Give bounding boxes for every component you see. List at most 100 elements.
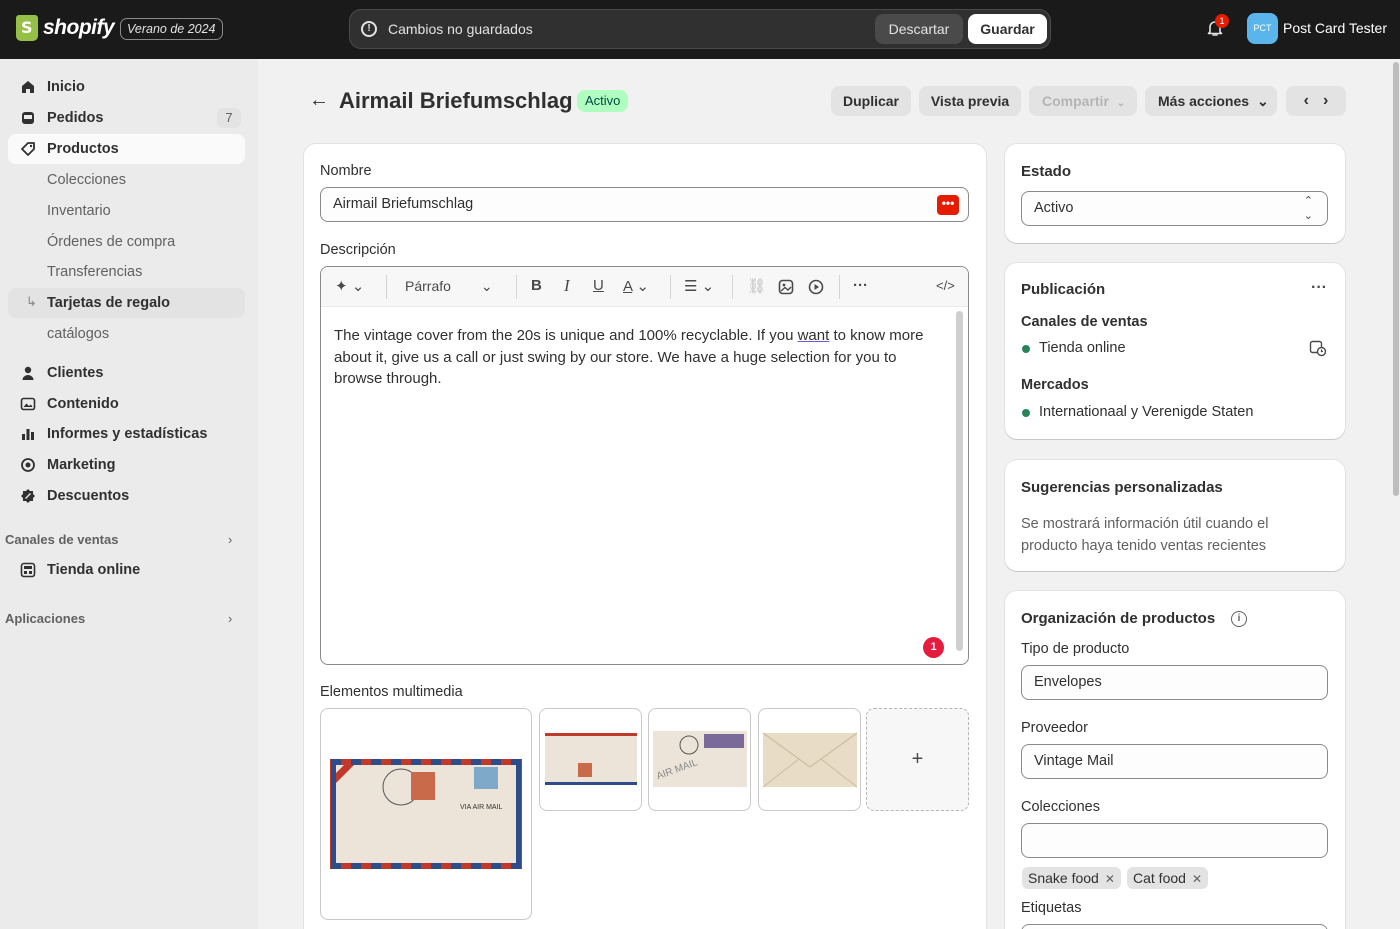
sidebar-item-label: Informes y estadísticas xyxy=(47,426,208,442)
italic-icon[interactable]: I xyxy=(564,276,570,296)
preview-button[interactable]: Vista previa xyxy=(919,86,1021,116)
sidebar-item-transferencias[interactable]: Transferencias xyxy=(8,257,245,287)
image-icon[interactable] xyxy=(778,279,794,295)
edition-badge[interactable]: Verano de 2024 xyxy=(120,18,223,40)
sidebar-item-label: Tarjetas de regalo xyxy=(47,295,171,311)
more-horizontal-icon[interactable]: ··· xyxy=(1311,279,1327,297)
more-options-icon[interactable]: ··· xyxy=(853,277,868,294)
chart-bar-icon xyxy=(22,429,34,440)
media-thumbnail-4[interactable] xyxy=(758,708,861,811)
sidebar-item-catalogos[interactable]: catálogos xyxy=(8,319,245,349)
code-view-icon[interactable]: </> xyxy=(936,278,955,293)
status-select[interactable]: Activo ⌃ ⌄ xyxy=(1021,191,1328,226)
markets-label: Mercados xyxy=(1021,377,1089,393)
spelling-flag[interactable]: want xyxy=(798,327,830,344)
sidebar-item-ordenes-compra[interactable]: Órdenes de compra xyxy=(8,227,245,257)
media-thumbnail-2[interactable] xyxy=(539,708,642,811)
status-select-value: Activo xyxy=(1034,200,1074,216)
toolbar-divider xyxy=(516,275,517,299)
text-color-icon[interactable]: A ⌄ xyxy=(623,277,649,295)
chevron-right-icon[interactable]: › xyxy=(228,532,232,547)
sidebar-item-marketing[interactable]: Marketing xyxy=(8,450,245,480)
info-icon[interactable]: i xyxy=(1231,611,1247,627)
orders-icon xyxy=(22,112,34,124)
sidebar-item-clientes[interactable]: Clientes xyxy=(8,358,245,388)
media-thumbnail-main[interactable]: VIA AIR MAIL xyxy=(320,708,532,920)
more-actions-button[interactable]: Más acciones ⌄ xyxy=(1145,86,1277,116)
error-count-badge[interactable]: 1 xyxy=(923,637,944,658)
collection-tag-label: Snake food xyxy=(1028,870,1099,886)
previous-arrow-icon[interactable]: ‹ xyxy=(1304,92,1309,109)
sidebar-item-label: Colecciones xyxy=(47,172,126,188)
publication-card: Publicación ··· Canales de ventas Tienda… xyxy=(1005,263,1345,439)
home-icon xyxy=(22,81,34,93)
organization-heading: Organización de productos xyxy=(1021,610,1216,627)
next-arrow-icon[interactable]: › xyxy=(1323,92,1328,109)
sidebar: Inicio Pedidos 7 Productos Colecciones I… xyxy=(0,59,258,929)
tags-input[interactable] xyxy=(1021,924,1328,929)
name-label: Nombre xyxy=(320,163,372,179)
shopify-logo[interactable]: shopify xyxy=(16,15,115,41)
video-icon[interactable] xyxy=(808,279,824,295)
vendor-input[interactable]: Vintage Mail xyxy=(1021,744,1328,779)
duplicate-button[interactable]: Duplicar xyxy=(831,86,911,116)
product-card: Nombre Airmail Briefumschlag ••• Descrip… xyxy=(304,144,986,929)
more-actions-label: Más acciones xyxy=(1158,93,1250,109)
active-market-dot xyxy=(1022,409,1030,417)
name-input[interactable]: Airmail Briefumschlag ••• xyxy=(320,187,969,222)
market-name: Internationaal y Verenigde Staten xyxy=(1039,404,1254,420)
discard-button[interactable]: Descartar xyxy=(875,14,963,44)
alert-icon: ! xyxy=(361,21,377,37)
content-icon xyxy=(20,397,36,411)
page-scrollbar[interactable] xyxy=(1393,62,1399,496)
paragraph-select[interactable]: Párrafo ⌄ xyxy=(405,278,493,295)
align-icon[interactable]: ☰ ⌄ xyxy=(684,277,714,295)
underline-icon[interactable]: U xyxy=(593,277,604,294)
share-button[interactable]: Compartir ⌄ xyxy=(1029,86,1137,116)
collections-input[interactable] xyxy=(1021,823,1328,858)
chevron-right-icon[interactable]: › xyxy=(228,611,232,626)
sidebar-item-tienda-online[interactable]: Tienda online xyxy=(8,555,245,585)
sidebar-item-inventario[interactable]: Inventario xyxy=(8,196,245,226)
apps-heading[interactable]: Aplicaciones xyxy=(5,611,85,626)
discount-icon xyxy=(21,489,35,503)
sidebar-item-label: Tienda online xyxy=(47,562,141,578)
target-icon xyxy=(21,458,35,472)
add-media-button[interactable]: + xyxy=(866,708,969,811)
sidebar-item-pedidos[interactable]: Pedidos 7 xyxy=(8,103,245,133)
link-icon[interactable]: ⛓ xyxy=(747,277,766,295)
avatar[interactable]: PCT xyxy=(1247,13,1278,44)
sidebar-item-colecciones[interactable]: Colecciones xyxy=(8,165,245,195)
collections-label: Colecciones xyxy=(1021,799,1100,815)
sidebar-item-descuentos[interactable]: Descuentos xyxy=(8,481,245,511)
sales-channels-heading[interactable]: Canales de ventas xyxy=(5,532,118,547)
schedule-icon[interactable] xyxy=(1309,339,1327,357)
ai-magic-icon[interactable]: ✦ ⌄ xyxy=(335,277,364,295)
product-type-input[interactable]: Envelopes xyxy=(1021,665,1328,700)
sidebar-item-productos[interactable]: Productos xyxy=(8,134,245,164)
tag-icon xyxy=(21,142,35,156)
back-arrow-icon[interactable]: ← xyxy=(309,89,329,112)
bold-icon[interactable]: B xyxy=(531,277,542,294)
envelope-image: AIR MAIL xyxy=(653,731,747,787)
airmail-envelope-image: VIA AIR MAIL xyxy=(330,759,522,869)
page-title: Airmail Briefumschlag xyxy=(339,88,573,113)
remove-icon[interactable]: ✕ xyxy=(1192,872,1202,886)
collection-tag: Cat food ✕ xyxy=(1127,867,1208,889)
description-text[interactable]: The vintage cover from the 20s is unique… xyxy=(334,325,934,390)
remove-icon[interactable]: ✕ xyxy=(1105,872,1115,886)
sidebar-item-tarjetas-regalo[interactable]: ↳ Tarjetas de regalo xyxy=(8,288,245,318)
sidebar-item-inicio[interactable]: Inicio xyxy=(8,72,245,102)
save-button[interactable]: Guardar xyxy=(968,14,1047,44)
toolbar-divider xyxy=(732,275,733,299)
sidebar-item-contenido[interactable]: Contenido xyxy=(8,389,245,419)
editor-scrollbar[interactable] xyxy=(956,311,963,651)
paragraph-select-label: Párrafo xyxy=(405,278,451,294)
store-icon xyxy=(20,562,36,578)
password-manager-icon[interactable]: ••• xyxy=(937,195,959,215)
sidebar-item-informes[interactable]: Informes y estadísticas xyxy=(8,419,245,449)
media-thumbnail-3[interactable]: AIR MAIL xyxy=(648,708,751,811)
toolbar-divider xyxy=(386,275,387,299)
description-editor[interactable]: ✦ ⌄ Párrafo ⌄ B I U A ⌄ ☰ ⌄ ⛓ ··· </> The… xyxy=(320,266,969,665)
store-name[interactable]: Post Card Tester xyxy=(1283,20,1387,36)
